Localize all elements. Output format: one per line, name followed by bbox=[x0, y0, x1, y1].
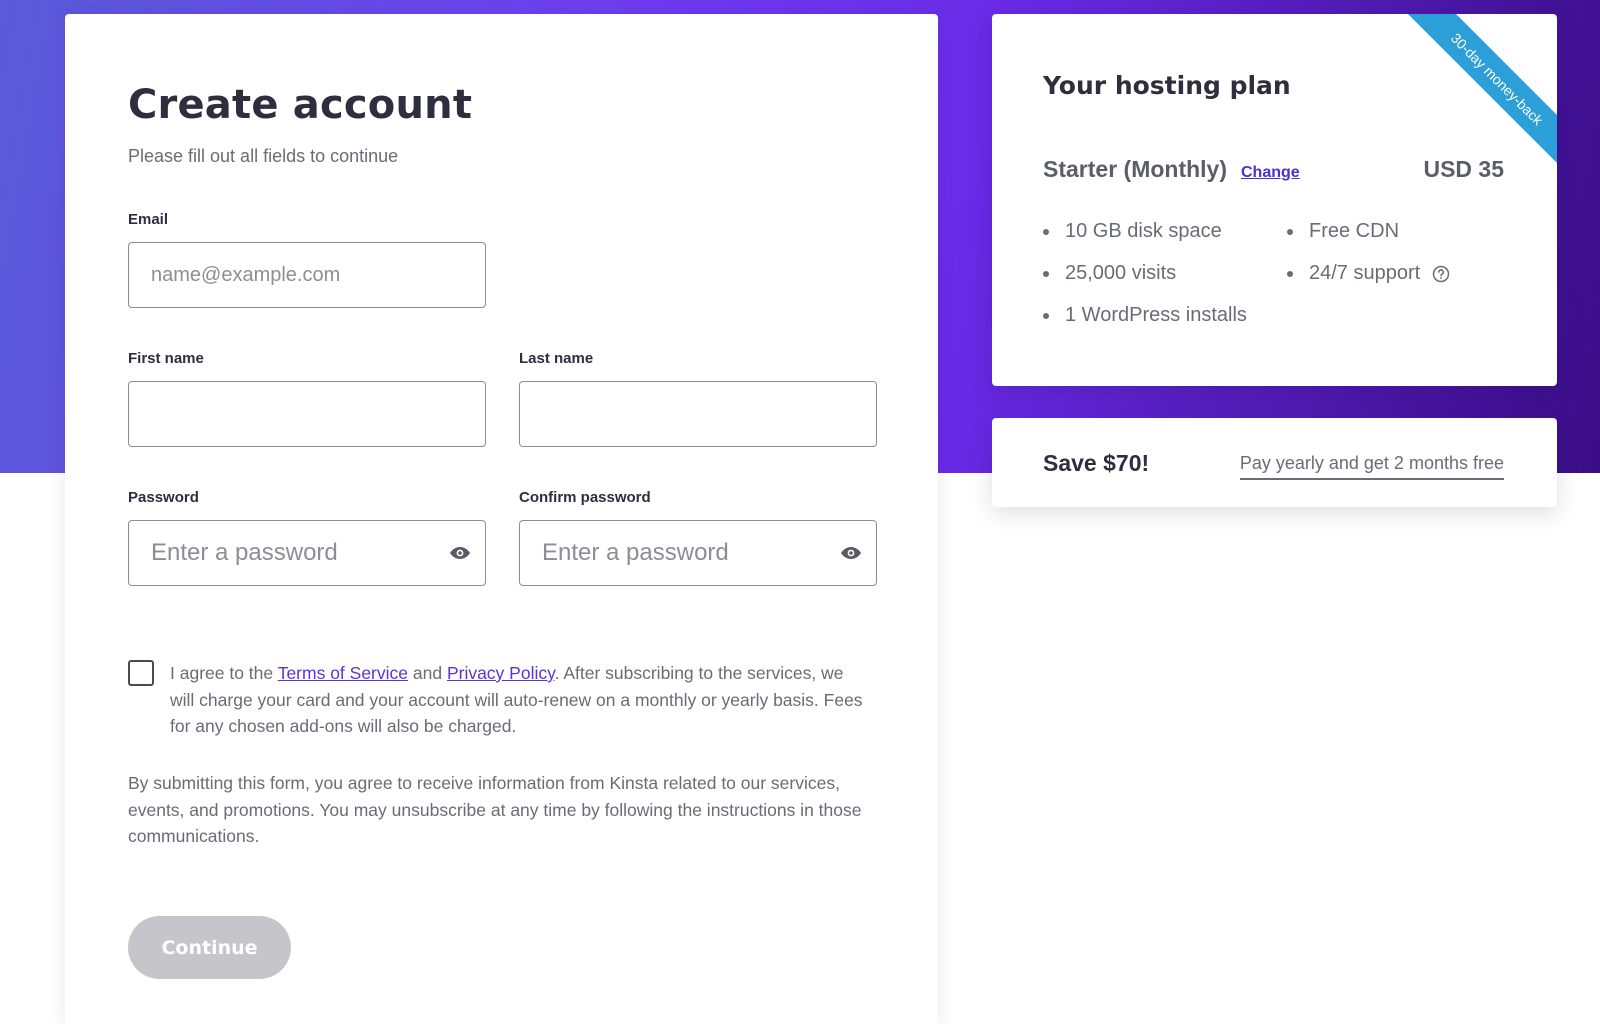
hosting-plan-card: 30-day money-back Your hosting plan Star… bbox=[992, 14, 1557, 386]
feature-free-cdn: Free CDN bbox=[1287, 210, 1450, 252]
create-account-card: Create account Please fill out all field… bbox=[65, 14, 938, 1024]
continue-button[interactable]: Continue bbox=[128, 916, 291, 979]
page-title: Create account bbox=[128, 82, 473, 128]
password-label: Password bbox=[128, 489, 199, 506]
confirm-password-label: Confirm password bbox=[519, 489, 651, 506]
email-label: Email bbox=[128, 211, 169, 228]
plan-price: USD 35 bbox=[1423, 156, 1504, 182]
change-plan-link[interactable]: Change bbox=[1241, 164, 1300, 182]
feature-disk-space: 10 GB disk space bbox=[1043, 210, 1247, 252]
feature-support-label: 24/7 support bbox=[1309, 262, 1421, 284]
page-subtitle: Please fill out all fields to continue bbox=[128, 146, 399, 166]
plan-features-left: 10 GB disk space 25,000 visits 1 WordPre… bbox=[1043, 210, 1247, 336]
confirm-password-field[interactable] bbox=[519, 520, 877, 586]
terms-checkbox[interactable] bbox=[128, 660, 154, 686]
agreement-prefix: I agree to the bbox=[170, 663, 278, 683]
eye-icon[interactable] bbox=[448, 545, 472, 561]
last-name-field[interactable] bbox=[519, 381, 877, 447]
password-field[interactable] bbox=[128, 520, 486, 586]
marketing-notice: By submitting this form, you agree to re… bbox=[128, 773, 862, 846]
pay-yearly-link[interactable]: Pay yearly and get 2 months free bbox=[1239, 453, 1504, 480]
last-name-label: Last name bbox=[519, 350, 594, 367]
first-name-field[interactable] bbox=[128, 381, 486, 447]
plan-features-right: Free CDN 24/7 support bbox=[1287, 210, 1450, 294]
feature-free-cdn-label: Free CDN bbox=[1309, 220, 1400, 242]
save-title: Save $70! bbox=[1043, 450, 1150, 476]
privacy-policy-link[interactable]: Privacy Policy bbox=[447, 663, 555, 683]
eye-icon[interactable] bbox=[839, 545, 863, 561]
feature-support: 24/7 support bbox=[1287, 252, 1450, 294]
first-name-label: First name bbox=[128, 350, 204, 367]
feature-wordpress-installs: 1 WordPress installs bbox=[1043, 294, 1247, 336]
feature-visits: 25,000 visits bbox=[1043, 252, 1247, 294]
email-field[interactable] bbox=[128, 242, 486, 308]
money-back-ribbon: 30-day money-back bbox=[1407, 14, 1557, 169]
plan-name: Starter (Monthly) bbox=[1043, 156, 1227, 182]
terms-of-service-link[interactable]: Terms of Service bbox=[278, 663, 408, 683]
plan-title: Your hosting plan bbox=[1043, 71, 1291, 100]
agreement-and: and bbox=[408, 663, 447, 683]
terms-agreement-text: I agree to the Terms of Service and Priv… bbox=[170, 660, 870, 740]
save-promo-card: Save $70! Pay yearly and get 2 months fr… bbox=[992, 418, 1557, 507]
question-circle-icon[interactable] bbox=[1432, 265, 1450, 283]
